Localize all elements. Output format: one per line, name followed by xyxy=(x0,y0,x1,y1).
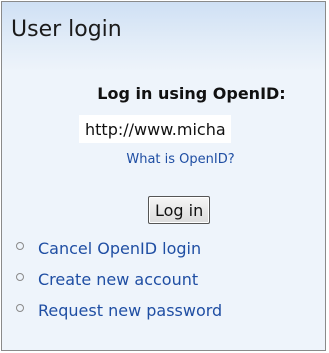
list-item-request-password: Request new password xyxy=(16,295,222,326)
hollow-circle-bullet-icon xyxy=(16,241,24,250)
openid-url-input[interactable] xyxy=(79,115,231,143)
hollow-circle-bullet-icon xyxy=(16,303,24,312)
login-links-list: Cancel OpenID login Create new account R… xyxy=(16,233,222,326)
list-item-create-account: Create new account xyxy=(16,264,222,295)
log-in-button[interactable]: Log in xyxy=(148,196,211,224)
user-login-block: User login Log in using OpenID: What is … xyxy=(1,1,326,351)
create-new-account-link[interactable]: Create new account xyxy=(38,270,198,289)
openid-field-label: Log in using OpenID: xyxy=(97,84,286,103)
what-is-openid-link[interactable]: What is OpenID? xyxy=(2,152,325,167)
list-item-cancel-openid: Cancel OpenID login xyxy=(16,233,222,264)
cancel-openid-login-link[interactable]: Cancel OpenID login xyxy=(38,239,201,258)
request-new-password-link[interactable]: Request new password xyxy=(38,301,222,320)
block-title-bar: User login xyxy=(2,2,325,72)
block-title: User login xyxy=(11,17,122,42)
hollow-circle-bullet-icon xyxy=(16,272,24,281)
